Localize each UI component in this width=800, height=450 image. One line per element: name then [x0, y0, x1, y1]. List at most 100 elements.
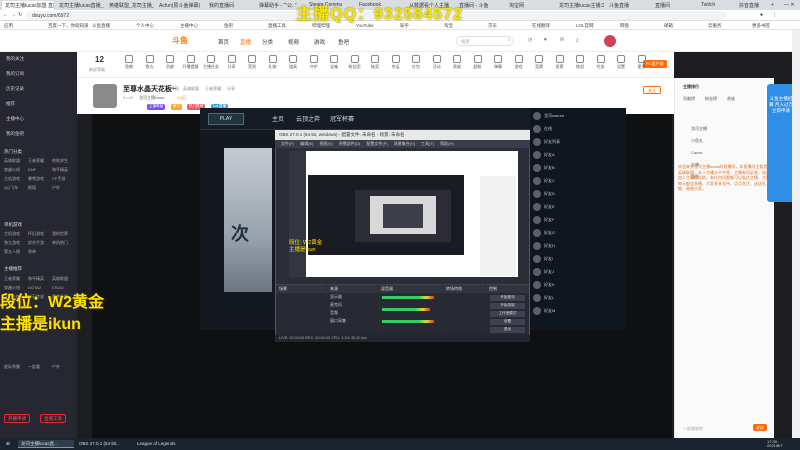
bookmark-item[interactable]: 主播中心 — [180, 23, 198, 29]
tool-item[interactable]: 礼物 — [263, 54, 283, 70]
tool-item[interactable]: 红包 — [406, 54, 426, 70]
bookmark-item[interactable]: 云服务 — [708, 23, 722, 29]
obs-menu-item[interactable]: 配置文件(P) — [366, 141, 387, 146]
browser-tab[interactable]: 抖音直播 — [736, 1, 766, 10]
taskbar-item[interactable]: League of Legends — [134, 440, 186, 448]
source-item[interactable]: 音频 — [327, 309, 377, 317]
sidebar-cell[interactable]: 怀旧游戏 — [28, 231, 44, 237]
bookmark-item[interactable]: 应用 — [4, 23, 13, 29]
browser-tab[interactable]: 斗鱼直播 — [606, 1, 650, 10]
sidebar-cell[interactable]: 王者荣耀 — [28, 158, 44, 164]
sidebar-cell[interactable]: QQ飞车 — [4, 185, 18, 191]
friend-item[interactable]: 好友A — [544, 152, 555, 158]
menu-icon[interactable]: ⋮ — [772, 12, 777, 18]
obs-menu-item[interactable]: 文件(F) — [281, 141, 294, 146]
sidebar-cell[interactable]: DNF — [28, 167, 36, 172]
bookmark-item[interactable]: 网盘 — [620, 23, 629, 29]
friend-item[interactable]: 在线 — [544, 126, 552, 132]
exit-button[interactable]: 退出 — [490, 327, 525, 333]
game-tab-home[interactable]: 主页 — [272, 114, 284, 123]
nav-category[interactable]: 分类 — [262, 38, 273, 46]
friend-item[interactable]: 好友G — [544, 230, 555, 236]
sidebar-item-history[interactable]: 历史记录 — [6, 86, 24, 92]
tool-item[interactable]: 投票 — [550, 54, 570, 70]
sidebar-cell[interactable]: 一起看 — [28, 364, 40, 370]
browser-tab[interactable]: 淘宝网 — [506, 1, 554, 10]
profile-icon[interactable]: ● — [760, 12, 763, 18]
windows-start-icon[interactable]: ⊞ — [3, 440, 13, 448]
follow-icon[interactable]: ♥ — [544, 37, 547, 43]
sidebar-cell[interactable]: 穿越火线 — [4, 285, 20, 291]
sidebar-item-recommend[interactable]: 推荐 — [6, 101, 15, 107]
tool-item[interactable]: 分享 — [222, 54, 242, 70]
download-icon[interactable]: ⤓ — [576, 37, 578, 43]
back-icon[interactable]: ← — [3, 12, 8, 18]
sidebar-cell[interactable]: 原神 — [28, 249, 36, 255]
source-item[interactable]: 麦克风 — [327, 301, 377, 309]
apply-stream-button[interactable]: 开播申请 — [4, 414, 30, 423]
source-item[interactable]: 窗口采集 — [327, 317, 377, 325]
tool-item[interactable]: 抽奖 — [365, 54, 385, 70]
tool-item[interactable]: 游戏 — [509, 54, 529, 70]
site-logo[interactable]: 斗鱼 — [172, 35, 188, 46]
tool-item[interactable]: 鱼丸 — [140, 54, 160, 70]
follow-button[interactable]: 关注 — [643, 86, 661, 94]
tool-item[interactable]: 主播任务 — [201, 54, 221, 70]
history-icon[interactable]: ◷ — [528, 37, 532, 43]
tool-item[interactable]: 设置 — [611, 54, 631, 70]
sidebar-cell[interactable]: 暴雪游戏 — [28, 176, 44, 182]
friend-item[interactable]: 好友列表 — [544, 139, 560, 145]
streamer-avatar[interactable] — [93, 84, 117, 108]
taskbar-item[interactable]: 龙司主播lucas直... — [18, 440, 74, 448]
tool-item[interactable]: 活动 — [427, 54, 447, 70]
sidebar-cell[interactable]: 主机游戏 — [4, 176, 20, 182]
start-streaming-button[interactable]: 开始推流 — [490, 295, 525, 301]
start-recording-button[interactable]: 开始录制 — [490, 303, 525, 309]
bookmark-item[interactable]: 更多书签 — [752, 23, 770, 29]
tool-item[interactable]: 宝箱 — [324, 54, 344, 70]
browser-tab[interactable]: Acfun(原斗鱼弹幕) — [156, 1, 204, 10]
obs-menu-item[interactable]: 停靠部件(D) — [339, 141, 361, 146]
friend-item[interactable]: 好友M — [544, 308, 555, 314]
sidebar-item-subscribe[interactable]: 我的订阅 — [6, 71, 24, 77]
browser-tab[interactable]: 龙司主播lucas直播_影 — [56, 1, 104, 10]
friend-item[interactable]: 好友H — [544, 243, 555, 249]
browser-tab[interactable]: 龙司主播lucas加盟 直播经验技巧 — [2, 1, 54, 10]
nav-home[interactable]: 首页 — [218, 38, 229, 46]
tool-item[interactable]: 更多 — [632, 54, 652, 70]
search-icon[interactable]: ⌕ — [508, 37, 511, 43]
rank-item[interactable]: 龙司主播 — [691, 126, 707, 132]
obs-menu-item[interactable]: 帮助(H) — [440, 141, 454, 146]
sidebar-cell[interactable]: 星际争霸 — [4, 364, 20, 370]
tool-item[interactable]: 开播提醒 — [181, 54, 201, 70]
rank-tab[interactable]: 贵族 — [727, 96, 735, 102]
nav-video[interactable]: 视频 — [288, 38, 299, 46]
message-icon[interactable]: ✉ — [560, 37, 564, 43]
sidebar-cell[interactable]: 颜值 — [28, 185, 36, 191]
sidebar-cell[interactable]: 和平精英 — [28, 276, 44, 282]
sidebar-cell[interactable]: 英雄联盟 — [52, 276, 68, 282]
sidebar-cell[interactable]: 王者荣耀 — [4, 276, 20, 282]
room-tag[interactable]: 分享 — [227, 86, 235, 92]
sidebar-cell[interactable]: 和平精英 — [52, 167, 68, 173]
bookmark-item[interactable]: 百度一下，你就知道 — [48, 23, 89, 29]
friend-item[interactable]: 好友C — [544, 178, 555, 184]
sidebar-cell[interactable]: 户外 — [52, 185, 60, 191]
streamer-name[interactable]: 龙司主播lucas — [139, 95, 164, 101]
tool-item[interactable]: 幸运 — [386, 54, 406, 70]
source-item[interactable]: 显示器 — [327, 293, 377, 301]
tool-item[interactable]: 道具 — [283, 54, 303, 70]
tool-item[interactable]: 贡献 — [160, 54, 180, 70]
browser-tab[interactable]: 直播间 - 斗鱼 — [456, 1, 504, 10]
forward-icon[interactable]: → — [11, 12, 16, 18]
nav-fishbar[interactable]: 鱼吧 — [338, 38, 349, 46]
stream-tools-button[interactable]: 直播工具 — [40, 414, 66, 423]
bookmark-item[interactable]: 京东 — [488, 23, 497, 29]
friend-item[interactable]: 好友K — [544, 282, 555, 288]
sidebar-cell[interactable]: 第五人格 — [4, 249, 20, 255]
studio-mode-button[interactable]: 工作室模式 — [490, 311, 525, 317]
bookmark-item[interactable]: 邮箱 — [664, 23, 673, 29]
sidebar-cell[interactable]: 单机热门 — [52, 240, 68, 246]
sidebar-cell[interactable]: 穿越火线 — [4, 167, 20, 173]
chat-input[interactable]: 一起聊聊吧 — [683, 426, 703, 432]
